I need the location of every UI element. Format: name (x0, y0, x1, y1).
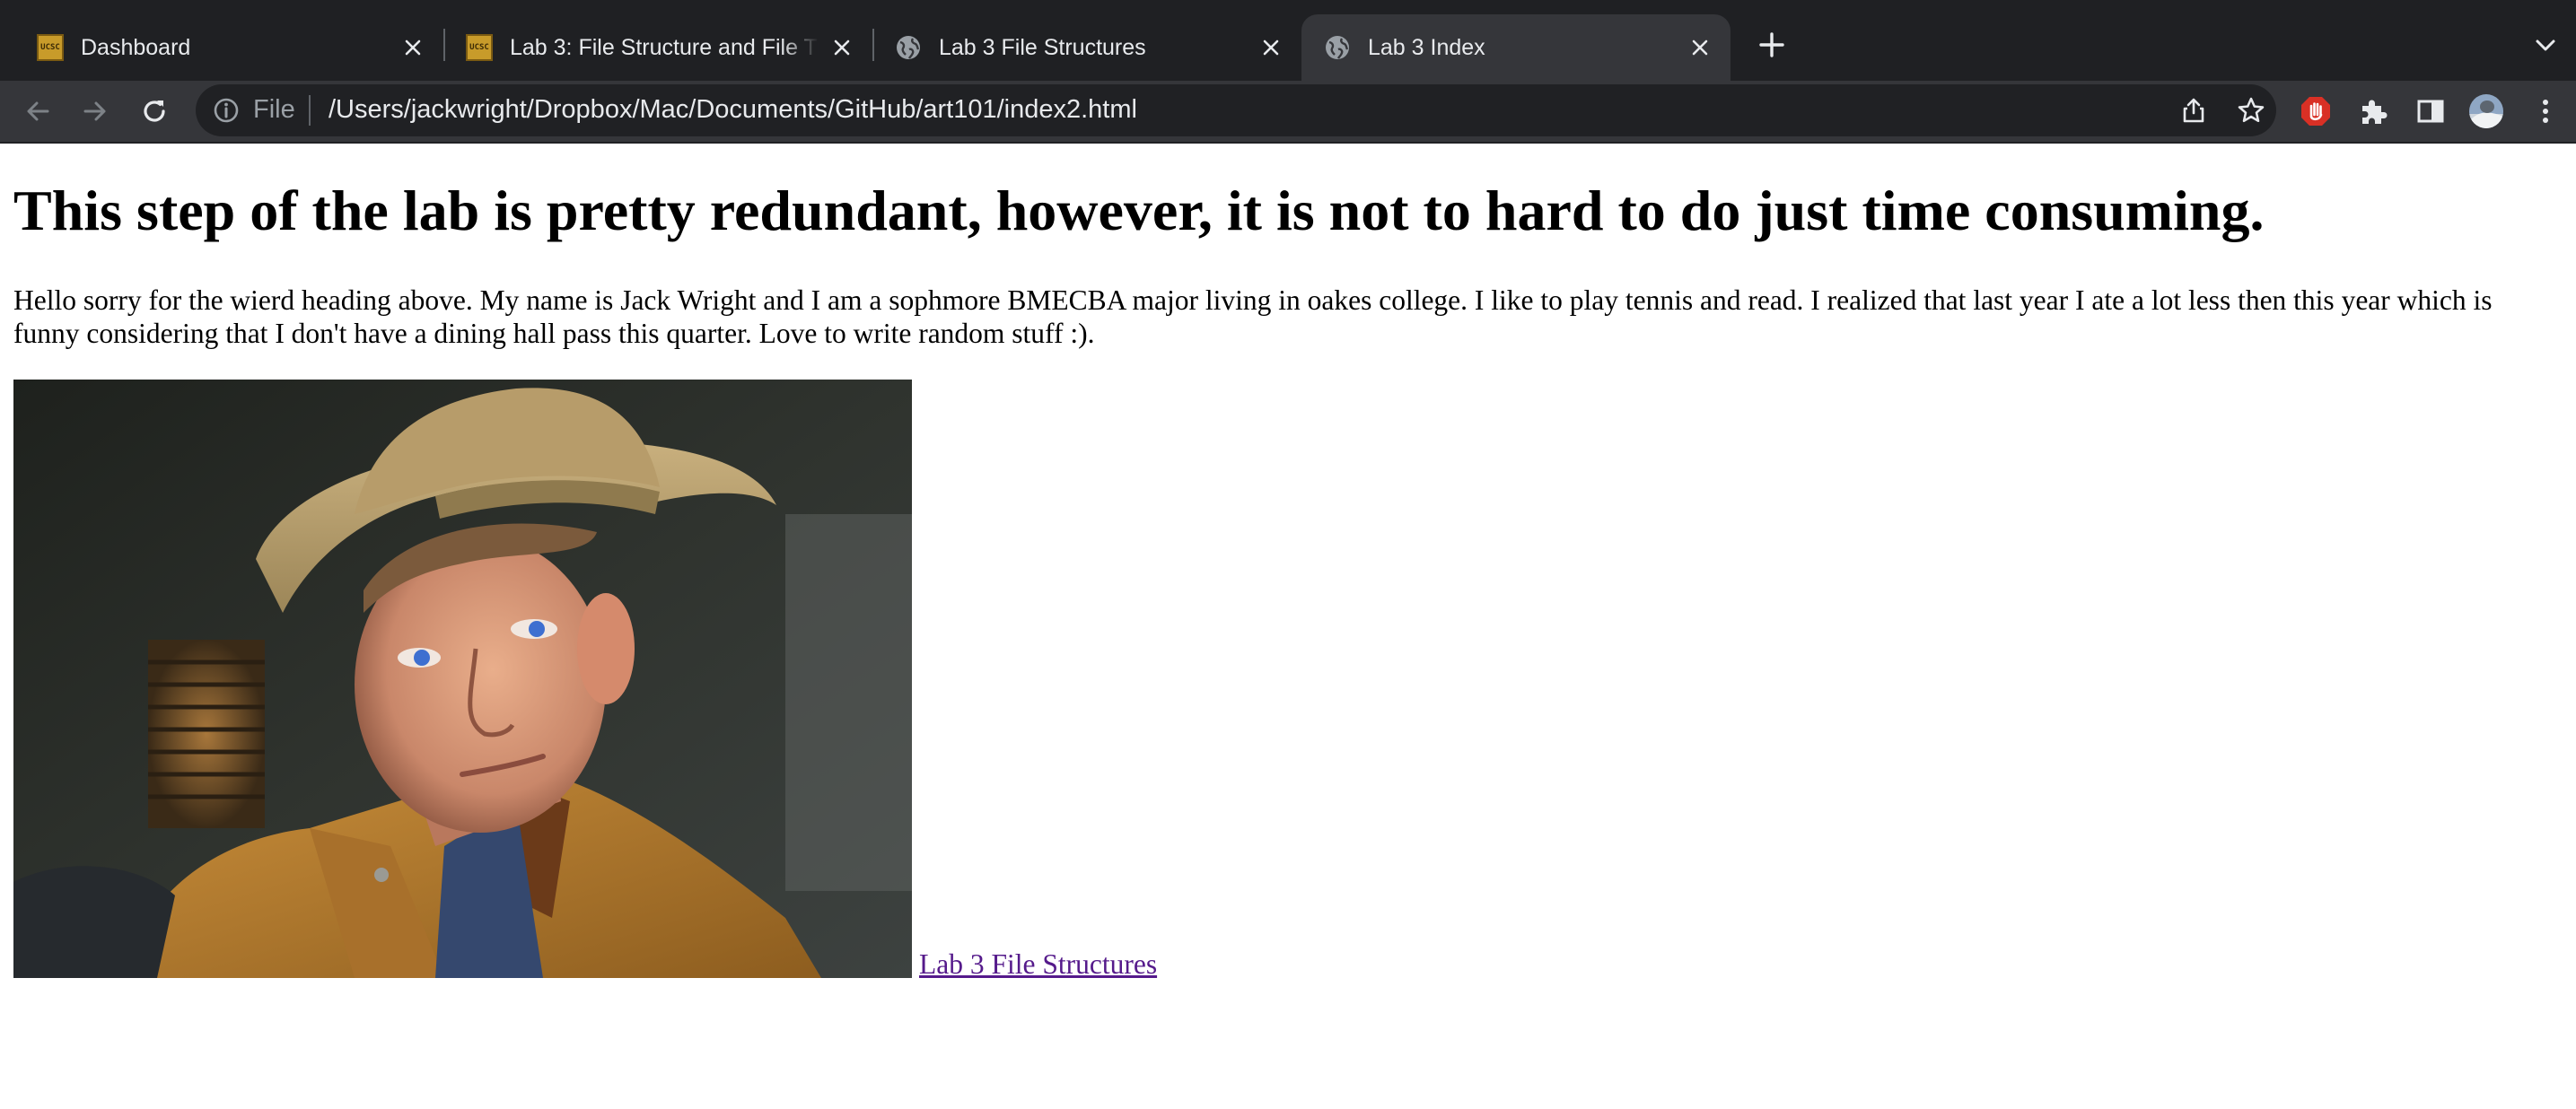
reload-button[interactable] (133, 90, 176, 133)
share-icon[interactable] (2176, 92, 2212, 128)
tab-lab3-file-structures[interactable]: Lab 3 File Structures (872, 14, 1301, 81)
address-bar[interactable]: File /Users/jackwright/Dropbox/Mac/Docum… (196, 84, 2276, 136)
scheme-label: File (253, 95, 295, 124)
ucsc-logo-icon: UCSC (465, 33, 494, 62)
arrow-left-icon (27, 101, 49, 121)
arrow-right-icon (83, 101, 106, 121)
puzzle-icon (2362, 100, 2388, 124)
globe-icon (1323, 33, 1352, 62)
browser-menu-button[interactable] (2524, 90, 2567, 133)
intro-paragraph: Hello sorry for the wierd heading above.… (13, 284, 2493, 349)
more-vertical-icon (2543, 100, 2548, 123)
chevron-down-icon (2536, 39, 2555, 51)
page-heading: This step of the lab is pretty redundant… (13, 179, 2265, 242)
tab-title: Lab 3 File Structures (939, 34, 1146, 60)
browser-window: UCSC Dashboard UCSC Lab 3: File Structur… (0, 0, 2576, 1109)
stop-hand-icon (2301, 97, 2330, 126)
omnibox-divider (309, 95, 311, 126)
globe-icon (894, 33, 923, 62)
bookmark-star-icon[interactable] (2233, 92, 2269, 128)
reload-icon (144, 100, 165, 122)
profile-avatar-button[interactable] (2465, 90, 2508, 133)
close-icon[interactable] (1687, 35, 1713, 60)
tab-title: Lab 3 Index (1368, 34, 1485, 60)
back-button[interactable] (16, 90, 59, 133)
browser-toolbar: File /Users/jackwright/Dropbox/Mac/Docum… (0, 81, 2576, 144)
page-viewport: This step of the lab is pretty redundant… (0, 144, 2576, 1109)
lab3-file-structures-link[interactable]: Lab 3 File Structures (919, 948, 1157, 981)
tab-lab3-file-structure-transfer[interactable]: UCSC Lab 3: File Structure and File Tran… (443, 14, 872, 81)
tab-dashboard[interactable]: UCSC Dashboard (14, 14, 443, 81)
side-panel-button[interactable] (2409, 90, 2452, 133)
ucsc-logo-icon: UCSC (36, 33, 65, 62)
adblock-extension-button[interactable] (2294, 90, 2337, 133)
tab-strip: UCSC Dashboard UCSC Lab 3: File Structur… (0, 0, 2576, 81)
close-icon[interactable] (1258, 35, 1284, 60)
tab-title: Dashboard (81, 34, 191, 60)
url-text[interactable]: /Users/jackwright/Dropbox/Mac/Documents/… (329, 95, 1137, 125)
side-panel-icon (2417, 100, 2444, 123)
tab-lab3-index[interactable]: Lab 3 Index (1301, 14, 1730, 81)
tab-search-button[interactable] (2526, 25, 2565, 65)
info-icon[interactable] (212, 96, 241, 125)
avatar (2469, 94, 2503, 128)
tab-title: Lab 3: File Structure and File Transfer (510, 34, 819, 60)
close-icon[interactable] (829, 35, 854, 60)
new-tab-button[interactable] (1752, 25, 1792, 65)
plus-icon (1759, 32, 1784, 57)
forward-button[interactable] (74, 90, 117, 133)
extensions-button[interactable] (2352, 90, 2395, 133)
close-icon[interactable] (400, 35, 425, 60)
portrait-photo (13, 380, 912, 978)
